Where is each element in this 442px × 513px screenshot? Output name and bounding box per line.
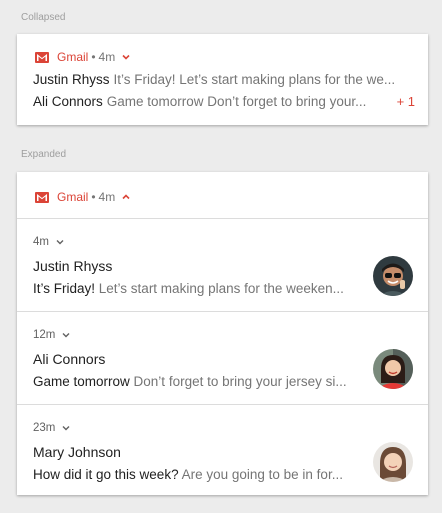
message-item[interactable]: 23m Mary Johnson How did it go this week… xyxy=(17,404,428,497)
sender-name: Ali Connors xyxy=(33,351,106,367)
section-label-expanded: Expanded xyxy=(21,149,67,160)
notification-header: Gmail • 4m xyxy=(35,50,131,64)
expanded-notification[interactable]: Gmail • 4m 4m Justin Rhyss It’s Friday! … xyxy=(17,172,428,495)
sender-name: Justin Rhyss xyxy=(33,258,113,274)
message-time: 12m xyxy=(33,329,56,341)
message-subject: Game tomorrow xyxy=(33,374,130,389)
message-preview: Are you going to be in for... xyxy=(181,467,343,482)
gmail-icon xyxy=(35,191,49,203)
section-label-collapsed: Collapsed xyxy=(21,12,66,23)
message-time: 23m xyxy=(33,422,56,434)
chevron-down-icon[interactable] xyxy=(61,330,71,340)
avatar xyxy=(373,442,413,482)
chevron-down-icon[interactable] xyxy=(55,237,65,247)
sender-name: Mary Johnson xyxy=(33,444,121,460)
message-preview: Let’s start making plans for the weeken.… xyxy=(98,281,344,296)
message-subject: How did it go this week? xyxy=(33,467,179,482)
message-time: 4m xyxy=(33,236,49,248)
notification-time: 4m xyxy=(98,50,116,64)
message-preview: Game tomorrow Don’t forget to bring your… xyxy=(106,94,367,109)
gmail-icon xyxy=(35,51,49,63)
chevron-down-icon[interactable] xyxy=(61,423,71,433)
message-preview: Don’t forget to bring your jersey si... xyxy=(133,374,347,389)
collapsed-notification[interactable]: Gmail • 4m Justin Rhyss It’s Friday! Let… xyxy=(17,34,428,125)
notification-header: Gmail • 4m xyxy=(35,190,131,204)
collapsed-row[interactable]: Justin Rhyss It’s Friday! Let’s start ma… xyxy=(33,69,413,91)
sender-name: Ali Connors xyxy=(33,94,103,109)
more-count-badge: + 1 xyxy=(396,94,415,109)
message-item[interactable]: 12m Ali Connors Game tomorrow Don’t forg… xyxy=(17,311,428,404)
app-name: Gmail xyxy=(57,50,89,64)
notification-time: 4m xyxy=(98,190,116,204)
message-preview: It’s Friday! Let’s start making plans fo… xyxy=(113,72,396,87)
message-item[interactable]: 4m Justin Rhyss It’s Friday! Let’s start… xyxy=(17,218,428,311)
app-name: Gmail xyxy=(57,190,89,204)
chevron-up-icon[interactable] xyxy=(121,192,131,202)
avatar xyxy=(373,349,413,389)
message-subject: It’s Friday! xyxy=(33,281,96,296)
chevron-down-icon[interactable] xyxy=(121,52,131,62)
collapsed-row[interactable]: Ali Connors Game tomorrow Don’t forget t… xyxy=(33,91,415,113)
avatar xyxy=(373,256,413,296)
sender-name: Justin Rhyss xyxy=(33,72,110,87)
